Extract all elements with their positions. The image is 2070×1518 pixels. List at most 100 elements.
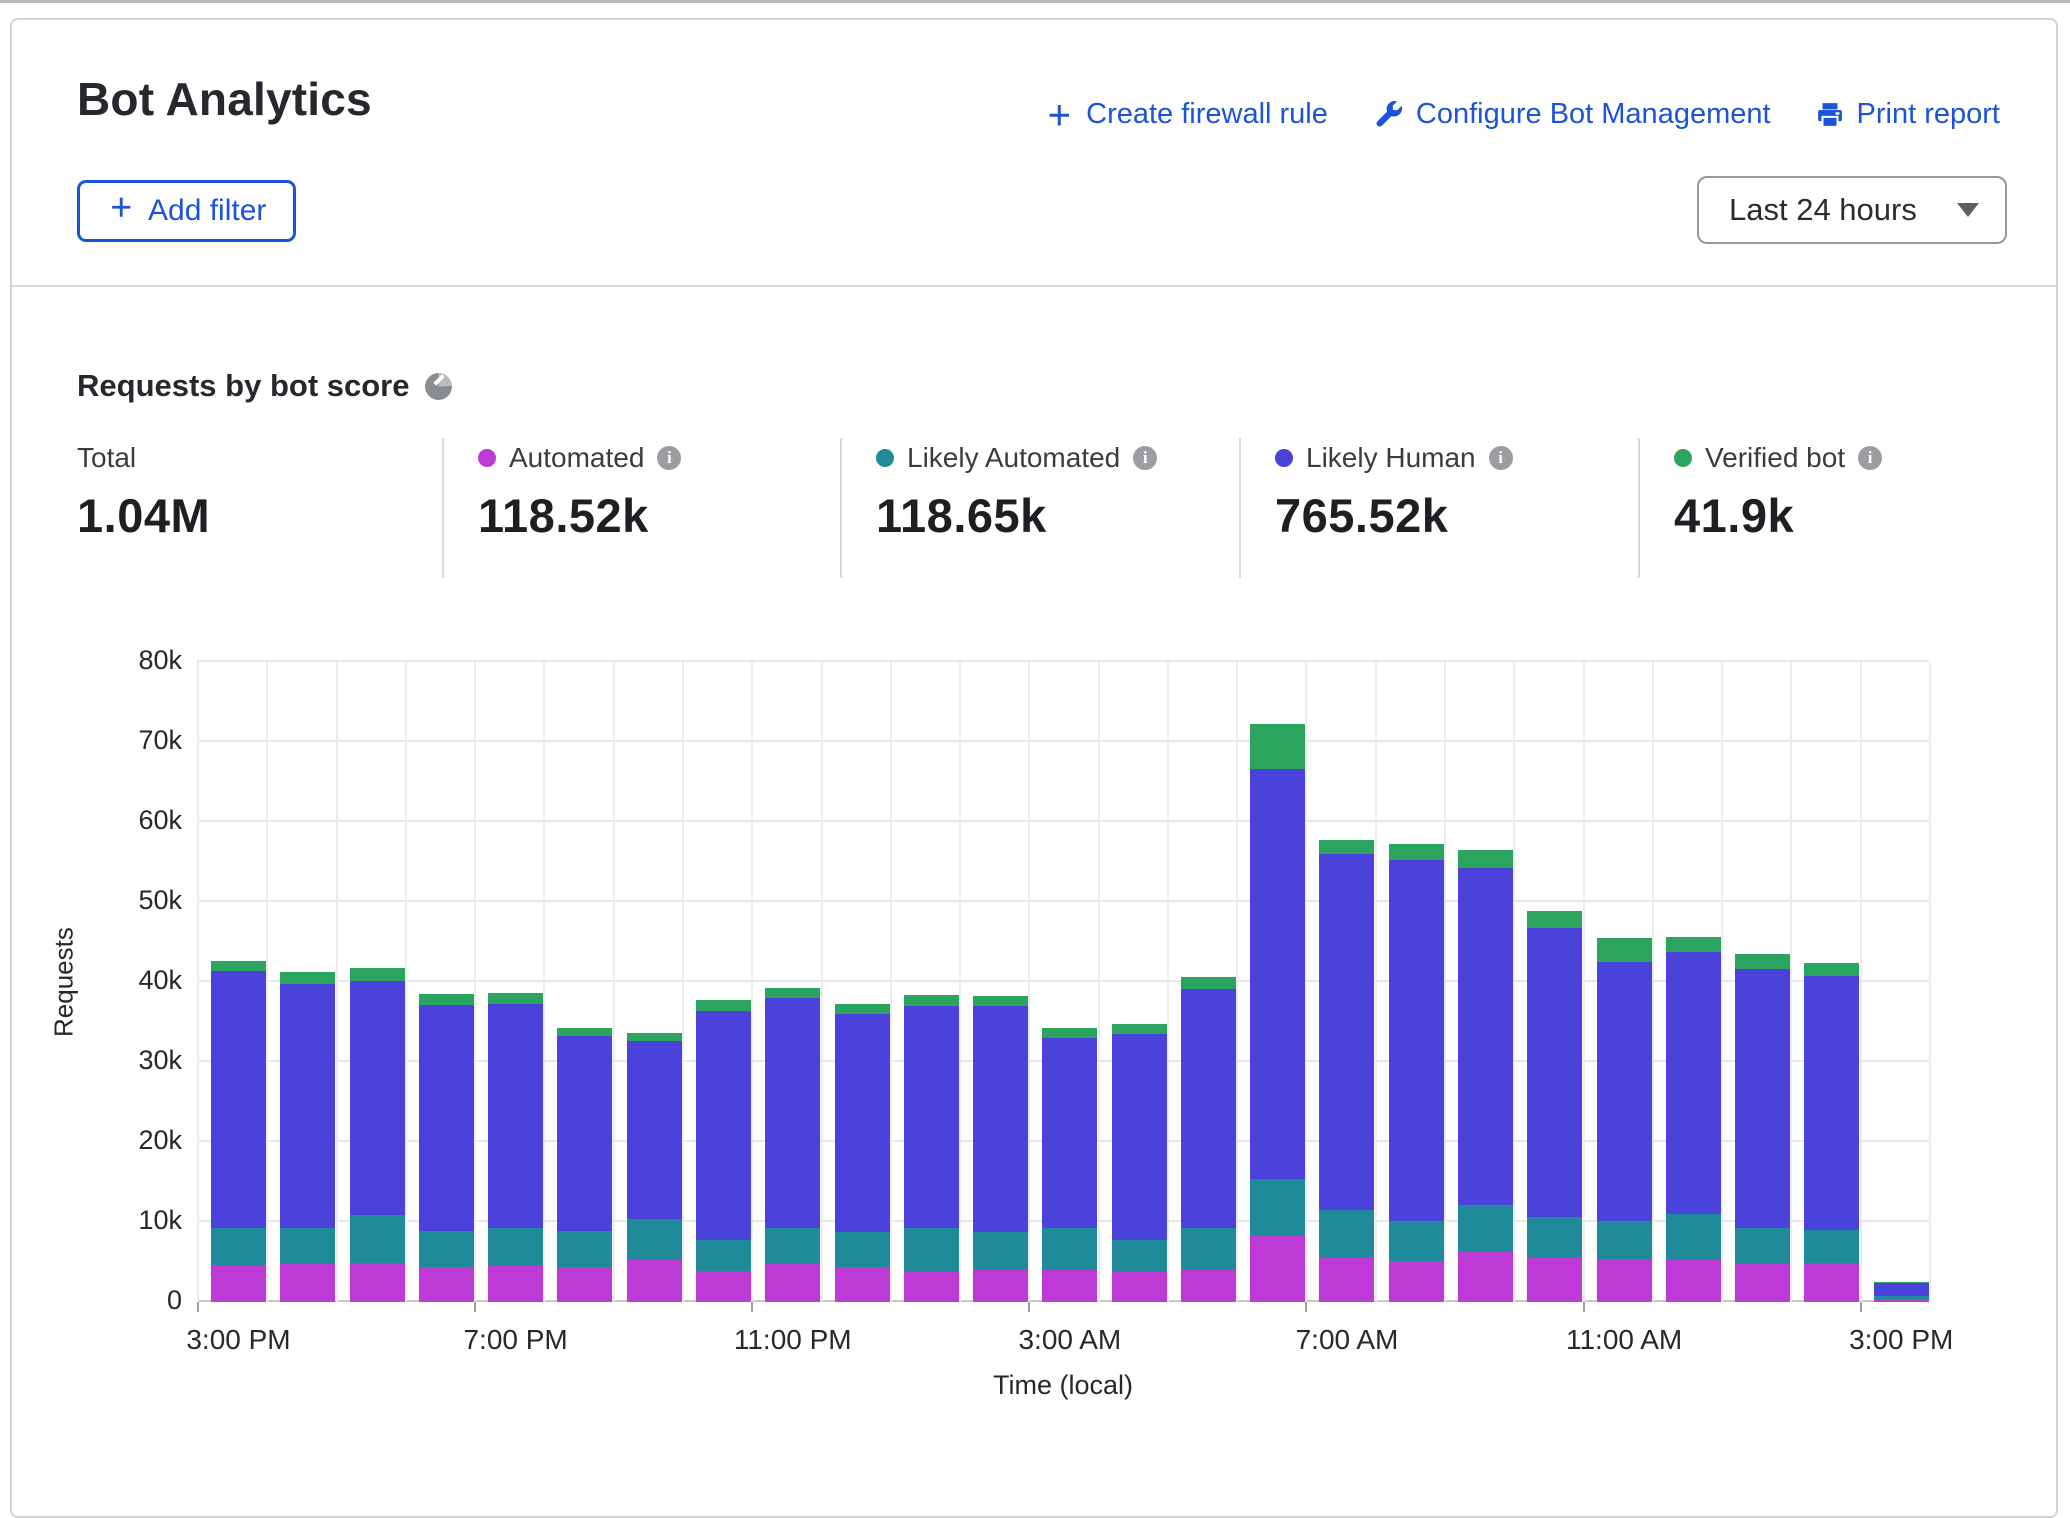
bar-segment-likely-human[interactable] — [1112, 1034, 1167, 1240]
bar-segment-verified-bot[interactable] — [280, 972, 335, 983]
info-icon[interactable]: i — [1133, 446, 1157, 470]
bar-segment-likely-automated[interactable] — [627, 1219, 682, 1260]
bar-segment-likely-automated[interactable] — [1666, 1214, 1721, 1260]
bar-segment-likely-human[interactable] — [1042, 1038, 1097, 1228]
bar-segment-likely-human[interactable] — [1527, 928, 1582, 1218]
bar-segment-likely-human[interactable] — [488, 1004, 543, 1229]
bar-segment-likely-automated[interactable] — [1250, 1179, 1305, 1236]
bar-segment-likely-human[interactable] — [419, 1005, 474, 1231]
bar-segment-verified-bot[interactable] — [1527, 911, 1582, 928]
add-filter-button[interactable]: Add filter — [77, 180, 296, 242]
print-report-link[interactable]: Print report — [1815, 98, 2000, 131]
bar-segment-automated[interactable] — [280, 1264, 335, 1302]
bar-segment-likely-automated[interactable] — [280, 1228, 335, 1264]
bar-segment-likely-human[interactable] — [1389, 860, 1444, 1222]
bar-segment-likely-human[interactable] — [280, 984, 335, 1229]
bar-segment-automated[interactable] — [627, 1260, 682, 1302]
bar-segment-automated[interactable] — [1458, 1252, 1513, 1302]
bar-segment-verified-bot[interactable] — [1874, 1282, 1929, 1283]
bar-segment-automated[interactable] — [904, 1272, 959, 1302]
bar-segment-likely-human[interactable] — [765, 998, 820, 1228]
bar-segment-likely-human[interactable] — [1735, 969, 1790, 1228]
bar-segment-likely-automated[interactable] — [350, 1215, 405, 1263]
info-icon[interactable]: i — [1489, 446, 1513, 470]
bar-segment-likely-automated[interactable] — [835, 1232, 890, 1267]
bar-segment-likely-human[interactable] — [1597, 962, 1652, 1221]
bar-segment-automated[interactable] — [1527, 1257, 1582, 1302]
bar-segment-likely-human[interactable] — [835, 1014, 890, 1232]
bar-segment-likely-human[interactable] — [1804, 976, 1859, 1230]
time-range-dropdown[interactable]: Last 24 hours — [1697, 176, 2007, 244]
bar-segment-automated[interactable] — [488, 1265, 543, 1302]
bar-segment-verified-bot[interactable] — [835, 1004, 890, 1014]
bar-segment-automated[interactable] — [1319, 1257, 1374, 1302]
bar-segment-likely-human[interactable] — [1666, 952, 1721, 1214]
bar-segment-verified-bot[interactable] — [1666, 937, 1721, 952]
bar-segment-automated[interactable] — [1735, 1264, 1790, 1302]
bar-segment-likely-human[interactable] — [627, 1041, 682, 1219]
bar-segment-likely-automated[interactable] — [1735, 1228, 1790, 1264]
bar-segment-automated[interactable] — [211, 1265, 266, 1302]
bar-segment-verified-bot[interactable] — [765, 988, 820, 998]
bar-segment-likely-automated[interactable] — [557, 1231, 612, 1267]
bar-segment-verified-bot[interactable] — [1250, 724, 1305, 770]
configure-bot-management-link[interactable]: Configure Bot Management — [1372, 98, 1771, 131]
bar-segment-verified-bot[interactable] — [488, 993, 543, 1003]
bar-segment-automated[interactable] — [1597, 1259, 1652, 1302]
bar-segment-likely-human[interactable] — [904, 1006, 959, 1228]
info-icon[interactable]: i — [657, 446, 681, 470]
bar-segment-likely-human[interactable] — [350, 981, 405, 1215]
bar-segment-likely-automated[interactable] — [211, 1228, 266, 1265]
bar-segment-likely-human[interactable] — [1874, 1283, 1929, 1296]
bar-segment-likely-human[interactable] — [1181, 989, 1236, 1227]
bar-segment-verified-bot[interactable] — [1319, 840, 1374, 854]
bar-segment-automated[interactable] — [419, 1267, 474, 1302]
info-icon[interactable]: i — [1858, 446, 1882, 470]
bar-segment-automated[interactable] — [1181, 1270, 1236, 1302]
bar-segment-likely-automated[interactable] — [1112, 1240, 1167, 1272]
bar-segment-likely-automated[interactable] — [488, 1228, 543, 1265]
bar-segment-likely-human[interactable] — [1250, 769, 1305, 1179]
create-firewall-rule-link[interactable]: Create firewall rule — [1044, 98, 1328, 131]
bar-segment-likely-automated[interactable] — [1458, 1205, 1513, 1251]
bar-segment-likely-automated[interactable] — [1389, 1221, 1444, 1261]
bar-segment-verified-bot[interactable] — [973, 996, 1028, 1006]
bar-segment-automated[interactable] — [557, 1267, 612, 1302]
bar-segment-automated[interactable] — [1250, 1236, 1305, 1302]
bar-segment-likely-human[interactable] — [1319, 854, 1374, 1210]
bar-segment-likely-human[interactable] — [557, 1036, 612, 1230]
bar-segment-verified-bot[interactable] — [211, 961, 266, 971]
bar-segment-likely-automated[interactable] — [1804, 1230, 1859, 1263]
bar-segment-automated[interactable] — [1666, 1260, 1721, 1302]
bar-segment-verified-bot[interactable] — [557, 1028, 612, 1037]
bar-segment-verified-bot[interactable] — [904, 995, 959, 1006]
bar-segment-automated[interactable] — [1874, 1299, 1929, 1302]
bar-segment-automated[interactable] — [696, 1271, 751, 1302]
bar-segment-verified-bot[interactable] — [419, 994, 474, 1005]
bar-segment-likely-automated[interactable] — [904, 1228, 959, 1271]
bar-segment-likely-automated[interactable] — [1181, 1228, 1236, 1270]
bar-segment-verified-bot[interactable] — [1735, 954, 1790, 969]
bar-segment-verified-bot[interactable] — [1458, 850, 1513, 868]
bar-segment-automated[interactable] — [350, 1263, 405, 1302]
bar-segment-likely-automated[interactable] — [765, 1228, 820, 1265]
bar-segment-automated[interactable] — [835, 1267, 890, 1302]
bar-segment-verified-bot[interactable] — [1804, 963, 1859, 977]
bar-segment-likely-automated[interactable] — [1042, 1228, 1097, 1270]
bar-segment-automated[interactable] — [1112, 1272, 1167, 1302]
bar-segment-likely-human[interactable] — [211, 971, 266, 1229]
bar-segment-verified-bot[interactable] — [1042, 1028, 1097, 1038]
bar-segment-automated[interactable] — [1389, 1261, 1444, 1302]
bar-segment-verified-bot[interactable] — [1389, 844, 1444, 860]
bar-segment-automated[interactable] — [973, 1270, 1028, 1302]
bar-segment-verified-bot[interactable] — [1112, 1024, 1167, 1034]
bar-segment-automated[interactable] — [765, 1264, 820, 1302]
bar-segment-verified-bot[interactable] — [696, 1000, 751, 1010]
bar-segment-likely-human[interactable] — [1458, 868, 1513, 1206]
bar-segment-likely-human[interactable] — [973, 1006, 1028, 1232]
bar-segment-likely-automated[interactable] — [419, 1231, 474, 1267]
bar-segment-likely-automated[interactable] — [1874, 1296, 1929, 1299]
bar-segment-likely-automated[interactable] — [1597, 1221, 1652, 1259]
bar-segment-automated[interactable] — [1804, 1263, 1859, 1302]
bar-segment-verified-bot[interactable] — [1181, 977, 1236, 989]
